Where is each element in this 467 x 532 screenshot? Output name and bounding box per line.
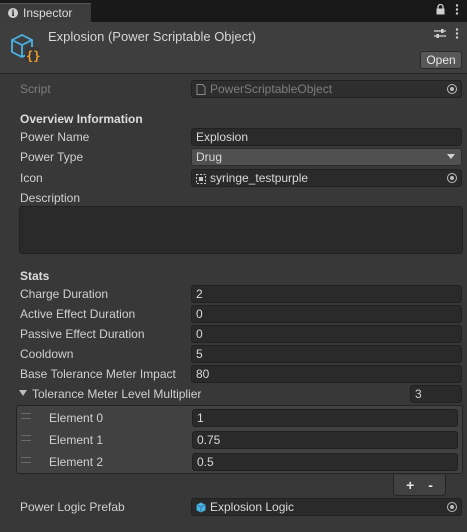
power-type-dropdown[interactable]: Drug: [191, 148, 462, 166]
stat-row-active-effect-duration: Active Effect Duration 0: [0, 305, 467, 323]
object-title: Explosion (Power Scriptable Object): [48, 29, 257, 44]
icon-row: Icon syringe_testpurple: [0, 169, 467, 187]
passive-effect-duration-field[interactable]: 0: [191, 325, 462, 343]
stat-label: Cooldown: [20, 347, 74, 361]
power-name-field[interactable]: Explosion: [191, 128, 462, 146]
power-logic-label: Power Logic Prefab: [20, 500, 125, 514]
list-size-field[interactable]: 3: [410, 385, 462, 403]
tab-inspector-label: Inspector: [23, 6, 73, 20]
add-element-button[interactable]: +: [406, 477, 414, 493]
sprite-icon: [196, 173, 206, 184]
element-label: Element 0: [49, 411, 104, 425]
list-item: Element 2 0.5: [17, 451, 464, 471]
description-textarea[interactable]: [19, 206, 463, 254]
script-label: Script: [20, 82, 51, 96]
power-type-row: Power Type Drug: [0, 148, 467, 166]
foldout-arrow-icon[interactable]: [19, 390, 27, 396]
icon-label: Icon: [20, 171, 43, 185]
drag-handle-icon[interactable]: [21, 435, 31, 441]
open-button[interactable]: Open: [420, 51, 462, 69]
tab-bar-icons: [436, 3, 459, 18]
stat-label: Base Tolerance Meter Impact: [20, 367, 176, 381]
multiplier-label: Tolerance Meter Level Multiplier: [32, 387, 202, 401]
chevron-down-icon: [447, 154, 455, 159]
stat-row-passive-effect-duration: Passive Effect Duration 0: [0, 325, 467, 343]
base-tolerance-field[interactable]: 80: [191, 365, 462, 383]
power-logic-row: Power Logic Prefab Explosion Logic: [0, 498, 467, 516]
kebab-menu-icon[interactable]: [455, 28, 459, 42]
list-item: Element 1 0.75: [17, 429, 464, 449]
stat-row-cooldown: Cooldown 5: [0, 345, 467, 363]
preset-settings-icon[interactable]: [434, 28, 446, 42]
stat-row-base-tolerance: Base Tolerance Meter Impact 80: [0, 365, 467, 383]
drag-handle-icon[interactable]: [21, 413, 31, 419]
element-value-field[interactable]: 0.5: [192, 453, 458, 471]
stat-label: Active Effect Duration: [20, 307, 136, 321]
list-item: Element 0 1: [17, 407, 464, 427]
header-icons: [434, 28, 459, 42]
element-value-field[interactable]: 1: [192, 409, 458, 427]
icon-value: syringe_testpurple: [210, 171, 309, 185]
stat-label: Charge Duration: [20, 287, 109, 301]
prefab-cube-icon: [196, 502, 206, 513]
tab-inspector[interactable]: i Inspector: [0, 3, 91, 22]
lock-icon[interactable]: [436, 3, 445, 18]
remove-element-button[interactable]: -: [428, 477, 433, 493]
power-type-label: Power Type: [20, 150, 84, 164]
cooldown-field[interactable]: 5: [191, 345, 462, 363]
scriptable-object-icon: {}: [10, 32, 40, 67]
element-label: Element 2: [49, 455, 104, 469]
drag-handle-icon[interactable]: [21, 457, 31, 463]
power-logic-field[interactable]: Explosion Logic: [191, 498, 462, 516]
info-icon: i: [8, 8, 18, 18]
script-field: PowerScriptableObject: [191, 80, 462, 98]
script-value: PowerScriptableObject: [210, 82, 333, 96]
description-row: Description: [0, 189, 467, 207]
description-label: Description: [20, 191, 81, 205]
object-picker-icon[interactable]: [447, 84, 457, 94]
element-label: Element 1: [49, 433, 104, 447]
power-name-label: Power Name: [20, 130, 90, 144]
kebab-menu-icon[interactable]: [455, 4, 459, 18]
power-logic-value: Explosion Logic: [210, 500, 295, 514]
stat-row-charge-duration: Charge Duration 2: [0, 285, 467, 303]
element-value-field[interactable]: 0.75: [192, 431, 458, 449]
script-row: Script PowerScriptableObject: [0, 80, 467, 98]
charge-duration-field[interactable]: 2: [191, 285, 462, 303]
object-picker-icon[interactable]: [447, 502, 457, 512]
multiplier-list: Element 0 1 Element 1 0.75 Element 2 0.5: [16, 405, 463, 474]
svg-text:{}: {}: [26, 49, 40, 63]
icon-field[interactable]: syringe_testpurple: [191, 169, 462, 187]
power-name-row: Power Name Explosion: [0, 128, 467, 146]
list-add-remove-controls: + -: [393, 475, 446, 496]
stats-heading: Stats: [20, 269, 50, 283]
object-header: {} Explosion (Power Scriptable Object) O…: [0, 22, 467, 74]
script-file-icon: [196, 84, 206, 95]
active-effect-duration-field[interactable]: 0: [191, 305, 462, 323]
object-picker-icon[interactable]: [447, 173, 457, 183]
stat-label: Passive Effect Duration: [20, 327, 145, 341]
power-type-value: Drug: [196, 150, 223, 164]
tab-bar: i Inspector: [0, 0, 467, 22]
multiplier-foldout[interactable]: Tolerance Meter Level Multiplier 3: [0, 385, 467, 403]
overview-heading: Overview Information: [20, 112, 143, 126]
